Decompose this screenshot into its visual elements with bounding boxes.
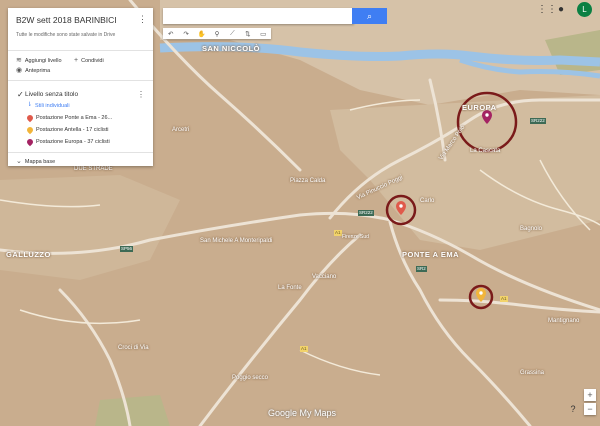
layer-item-label: Postazione Europa - 37 ciclisti <box>36 139 110 145</box>
search-icon: ⌕ <box>366 11 373 21</box>
share-button[interactable]: + Condividi <box>74 57 104 64</box>
map-panel: B2W sett 2018 BARINBICI Tutte le modific… <box>8 8 153 166</box>
label-arcetri: Arcetri <box>172 127 190 133</box>
label-mantignano: Mantignano <box>548 318 580 324</box>
marker-purple-icon <box>25 137 35 147</box>
zoom-in-button[interactable]: + <box>584 389 596 401</box>
add-layer-button[interactable]: ≋ Aggiungi livello <box>16 57 62 64</box>
styles-link[interactable]: ⇂ Stili individuali <box>27 102 70 109</box>
divider <box>8 80 153 81</box>
label-grassina: Grassina <box>520 370 545 376</box>
undo-icon[interactable]: ↶ <box>163 30 178 38</box>
more-options-icon[interactable]: ⋮ <box>138 14 147 25</box>
label-ponte-a-ema: PONTE A EMA <box>402 250 460 259</box>
layer-item-label: Postazione Ponte a Ema - 26... <box>36 115 113 121</box>
layer-options-icon[interactable]: ⋮ <box>137 90 145 99</box>
label-carlo: Carlo <box>420 198 435 204</box>
marker-yellow-icon <box>25 125 35 135</box>
preview-label: Anteprima <box>25 67 51 74</box>
layer-item[interactable]: Postazione Antella - 17 ciclisti <box>25 125 109 135</box>
label-due-strade: DUE STRADE <box>74 166 113 172</box>
label-vacciano: Vacciano <box>312 274 337 280</box>
label-galluzzo: GALLUZZO <box>6 250 51 259</box>
label-piazza-calda: Piazza Calda <box>290 178 326 184</box>
label-europa: EUROPA <box>462 103 497 112</box>
avatar[interactable]: L <box>577 2 592 17</box>
road-shield: SR2 <box>416 266 427 272</box>
ruler-icon[interactable]: ▭ <box>256 30 271 38</box>
base-map-toggle[interactable]: ⌄ Mappa base <box>16 158 55 165</box>
label-firenze-sud: Firenze Sud <box>342 234 369 240</box>
hand-icon[interactable]: ✋ <box>194 30 209 38</box>
divider <box>8 50 153 51</box>
layer-item[interactable]: Postazione Ponte a Ema - 26... <box>25 113 113 123</box>
help-icon[interactable]: ? <box>567 403 579 415</box>
apps-grid-icon[interactable]: ⋮⋮ <box>537 4 557 15</box>
preview-button[interactable]: ◉ Anteprima <box>16 67 50 74</box>
layer-item-label: Postazione Antella - 17 ciclisti <box>36 127 109 133</box>
divider <box>8 152 153 153</box>
layer-item[interactable]: Postazione Europa - 37 ciclisti <box>25 137 110 147</box>
google-my-maps-logo: Google My Maps <box>268 408 337 418</box>
redo-icon[interactable]: ↷ <box>178 30 193 38</box>
base-map-label: Mappa base <box>24 158 56 165</box>
zoom-out-button[interactable]: − <box>584 403 596 415</box>
road-shield: A1 <box>500 296 508 302</box>
map-title[interactable]: B2W sett 2018 BARINBICI <box>16 15 117 25</box>
label-bagnolo: Bagnolo <box>520 226 543 232</box>
paint-roller-icon: ⇂ <box>27 102 33 108</box>
map-toolbar: ↶ ↷ ✋ ⚲ ⟋ ⇅ ▭ <box>163 28 271 39</box>
search-input[interactable] <box>163 8 354 24</box>
label-poggio-secco: Poggio secco <box>232 375 269 381</box>
label-la-cascata: La Cascata <box>470 148 501 154</box>
label-san-niccolo: SAN NICCOLÒ <box>202 44 260 53</box>
layer-title[interactable]: Livello senza titolo <box>25 91 78 98</box>
notifications-icon[interactable]: ● <box>558 4 564 15</box>
layers-icon: ≋ <box>16 57 22 64</box>
road-shield: SP56 <box>120 246 134 252</box>
directions-icon[interactable]: ⇅ <box>240 30 255 38</box>
styles-link-label: Stili individuali <box>35 102 70 109</box>
chevron-down-icon: ⌄ <box>16 158 22 165</box>
label-san-michele: San Michele A Monteripaldi <box>200 238 273 244</box>
add-person-icon: + <box>74 57 79 64</box>
road-shield: SR222 <box>358 210 374 216</box>
saved-status: Tutte le modifiche sono state salvate in… <box>16 32 116 38</box>
marker-icon[interactable]: ⚲ <box>209 30 224 38</box>
label-la-fonte: La Fonte <box>278 285 302 291</box>
road-shield: A1 <box>300 346 308 352</box>
eye-icon: ◉ <box>16 67 23 74</box>
share-label: Condividi <box>81 57 104 64</box>
label-croci-di-via: Croci di Via <box>118 345 149 351</box>
draw-line-icon[interactable]: ⟋ <box>225 30 240 38</box>
search-button[interactable]: ⌕ <box>352 8 387 24</box>
marker-red-icon <box>25 113 35 123</box>
add-layer-label: Aggiungi livello <box>24 57 62 64</box>
road-shield: SR222 <box>530 118 546 124</box>
checkbox-checked-icon[interactable]: ✓ <box>17 90 24 99</box>
road-shield: A1 <box>334 230 342 236</box>
